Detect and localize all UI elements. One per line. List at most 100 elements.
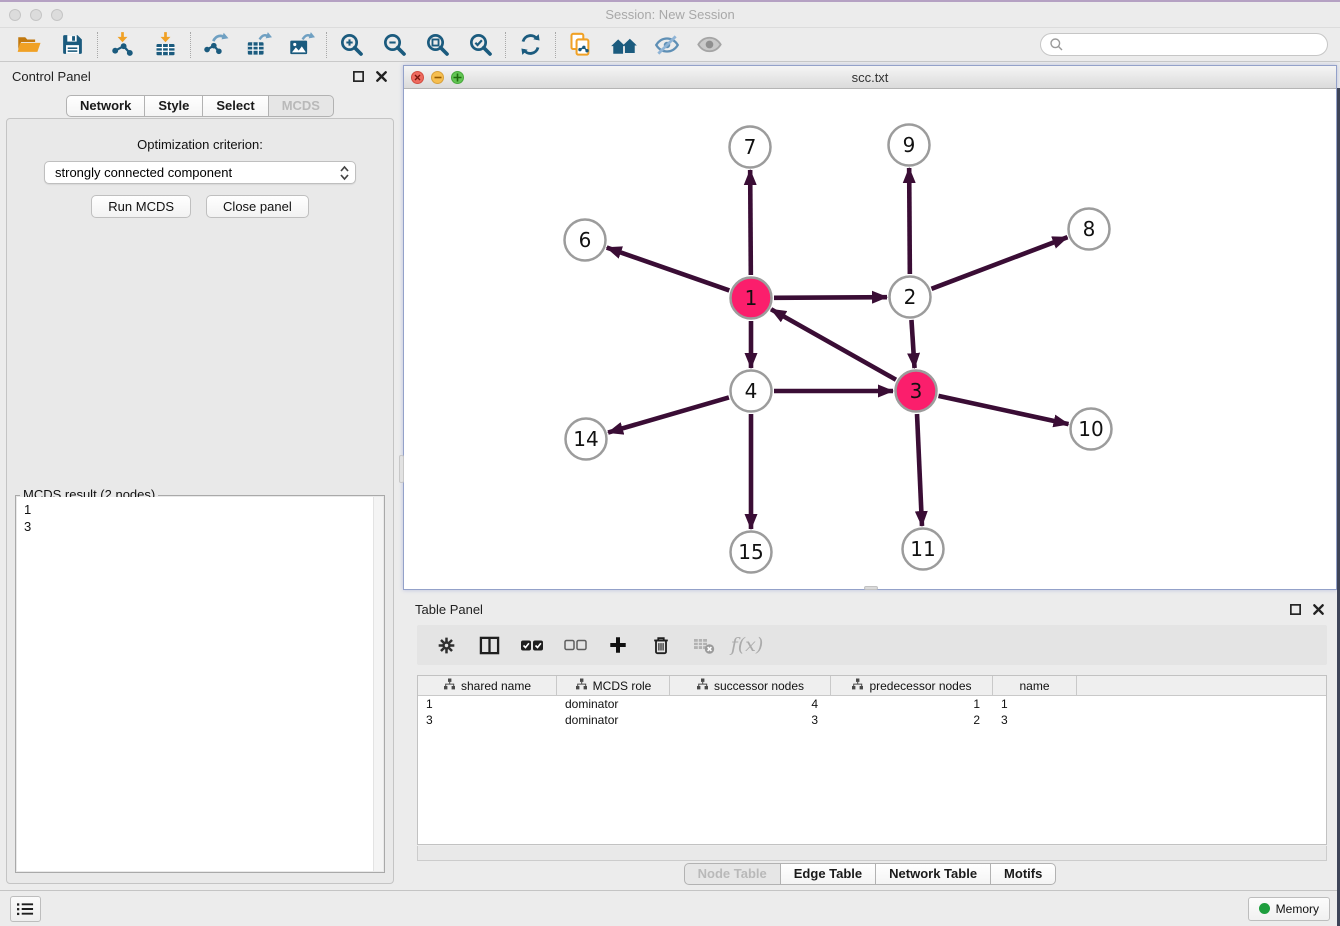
node-11[interactable]: 11 [903,529,944,570]
table-tab-network-table[interactable]: Network Table [876,863,991,885]
edge-1-2[interactable] [774,297,887,298]
table-cell: 3 [670,713,831,727]
result-scrollbar[interactable] [373,497,383,871]
table-header: shared name MCDS role successor nodesprede… [418,676,1326,696]
function-builder-button: f(x) [734,632,760,658]
table-settings-button[interactable] [433,632,459,658]
table-cell: 1 [418,697,557,711]
edge-3-11[interactable] [917,414,922,526]
edge-3-10[interactable] [938,396,1068,424]
table-float-button[interactable] [1288,602,1302,616]
node-8[interactable]: 8 [1069,209,1110,250]
edge-2-3[interactable] [911,320,914,368]
edge-2-9[interactable] [909,168,910,274]
network-window-titlebar[interactable]: scc.txt [404,66,1336,89]
import-network-button[interactable] [101,30,144,60]
show-columns-button[interactable] [476,632,502,658]
clear-selection-button[interactable] [562,632,588,658]
column-header-mcds-role[interactable]: MCDS role [557,676,670,695]
control-panel-title: Control Panel [12,69,91,84]
add-row-button[interactable] [605,632,631,658]
zoom-fit-button[interactable] [416,30,459,60]
svg-text:15: 15 [738,540,763,564]
zoom-selected-button[interactable] [459,30,502,60]
table-tabs: Node TableEdge TableNetwork TableMotifs [403,861,1337,887]
node-10[interactable]: 10 [1071,409,1112,450]
trash-icon [651,635,671,655]
clone-network-button[interactable] [559,30,602,60]
export-table-button[interactable] [237,30,280,60]
column-header-shared-name[interactable]: shared name [418,676,557,695]
column-label: MCDS role [593,679,652,693]
table-scrollbar[interactable] [417,846,1327,861]
toolbar-separator [97,32,98,58]
tab-select[interactable]: Select [203,95,268,117]
window-top-border [0,0,1340,2]
select-all-button[interactable] [519,632,545,658]
zoom-in-button[interactable] [330,30,373,60]
memory-button[interactable]: Memory [1248,897,1330,921]
table-row[interactable]: 1dominator411 [418,696,1326,712]
column-header-name[interactable]: name [993,676,1077,695]
table-tab-motifs[interactable]: Motifs [991,863,1056,885]
node-6[interactable]: 6 [565,220,606,261]
node-9[interactable]: 9 [889,125,930,166]
network-canvas[interactable]: 7 9 6 8 1 2 4 3 14 10 15 11 [404,89,1336,589]
node-table[interactable]: shared name MCDS role successor nodesprede… [417,675,1327,845]
node-15[interactable]: 15 [731,532,772,573]
node-1[interactable]: 1 [731,278,772,319]
float-panel-button[interactable] [351,69,365,83]
mcds-result-box[interactable]: 1 3 [17,497,383,871]
open-session-button[interactable] [8,30,51,60]
close-panel-button[interactable]: Close panel [206,195,309,218]
edge-1-6[interactable] [607,248,730,291]
table-row[interactable]: 3dominator323 [418,712,1326,728]
optimization-criterion-select[interactable]: strongly connected component [44,161,356,184]
table-tab-edge-table[interactable]: Edge Table [781,863,876,885]
column-header-successor-nodes[interactable]: successor nodes [670,676,831,695]
edge-4-14[interactable] [608,397,729,432]
search-input[interactable] [1069,36,1327,53]
optimization-criterion-label: Optimization criterion: [7,137,393,152]
import-table-button[interactable] [144,30,187,60]
node-3[interactable]: 3 [896,371,937,412]
node-7[interactable]: 7 [730,127,771,168]
node-14[interactable]: 14 [566,419,607,460]
refresh-icon [518,32,543,57]
table-body: 1dominator4113dominator323 [418,696,1326,728]
search-box[interactable] [1040,33,1328,56]
home-button[interactable] [602,30,645,60]
zoom-out-button[interactable] [373,30,416,60]
svg-text:2: 2 [904,285,917,309]
task-history-button[interactable] [10,896,41,922]
tab-style[interactable]: Style [145,95,203,117]
tab-mcds[interactable]: MCDS [269,95,334,117]
refresh-button[interactable] [509,30,552,60]
node-4[interactable]: 4 [731,371,772,412]
show-panel-button[interactable] [688,30,731,60]
table-close-button[interactable] [1311,602,1325,616]
tab-network[interactable]: Network [66,95,145,117]
vertical-splitter-handle[interactable] [399,455,404,483]
app-titlebar: Session: New Session [0,2,1340,28]
column-header-predecessor-nodes[interactable]: predecessor nodes [831,676,993,695]
checked-boxes-icon [520,636,544,655]
unchecked-boxes-icon [564,636,587,654]
svg-text:7: 7 [744,135,757,159]
horizontal-splitter-handle[interactable] [864,586,878,590]
run-mcds-button[interactable]: Run MCDS [91,195,191,218]
edge-2-8[interactable] [932,237,1068,289]
edge-1-7[interactable] [750,170,751,275]
table-panel-header: Table Panel [403,595,1337,623]
export-network-button[interactable] [194,30,237,60]
close-panel-x-button[interactable] [374,69,388,83]
save-session-button[interactable] [51,30,94,60]
delete-row-button[interactable] [648,632,674,658]
node-2[interactable]: 2 [890,277,931,318]
memory-status-icon [1259,903,1270,914]
table-tab-node-table[interactable]: Node Table [684,863,781,885]
hide-panel-button[interactable] [645,30,688,60]
export-image-button[interactable] [280,30,323,60]
svg-text:11: 11 [910,537,935,561]
edge-3-1[interactable] [771,309,896,379]
